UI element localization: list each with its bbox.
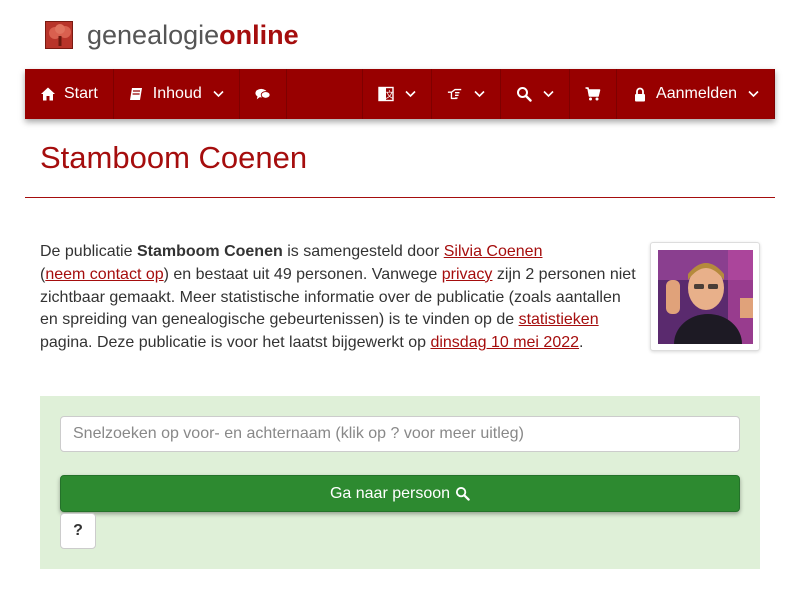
- statistics-link[interactable]: statistieken: [519, 311, 599, 328]
- site-logo[interactable]: genealogieonline: [45, 18, 299, 52]
- comments-icon: [255, 86, 271, 102]
- nav-inhoud-label: Inhoud: [152, 85, 202, 102]
- nav-share[interactable]: [432, 69, 502, 119]
- nav-start[interactable]: Start: [25, 69, 114, 119]
- privacy-link[interactable]: privacy: [442, 266, 493, 283]
- search-icon: [455, 486, 470, 501]
- lock-icon: [632, 86, 648, 102]
- intro-text: De publicatie: [40, 243, 137, 260]
- page-title: Stamboom Coenen: [40, 140, 308, 175]
- search-help-button[interactable]: ?: [60, 513, 96, 549]
- nav-language[interactable]: 文: [362, 69, 433, 119]
- nav-login[interactable]: Aanmelden: [617, 69, 775, 119]
- language-icon: 文: [378, 86, 394, 102]
- chevron-down-icon: [474, 90, 485, 98]
- chevron-down-icon: [213, 90, 224, 98]
- author-link[interactable]: Silvia Coenen: [444, 243, 543, 260]
- tree-icon: [45, 21, 73, 49]
- intro-text: .: [579, 334, 584, 352]
- hand-pointer-icon: [447, 86, 463, 102]
- author-avatar[interactable]: [650, 242, 760, 351]
- intro-text: is samengesteld door: [282, 243, 444, 260]
- site-name: genealogieonline: [87, 20, 299, 50]
- nav-inhoud[interactable]: Inhoud: [114, 69, 240, 119]
- main-navbar: Start Inhoud 文 Aanmelden: [25, 69, 775, 119]
- contact-link[interactable]: neem contact op: [45, 266, 163, 283]
- last-updated-link[interactable]: dinsdag 10 mei 2022: [430, 334, 579, 351]
- book-icon: [129, 86, 145, 102]
- author-photo: [658, 250, 753, 344]
- shopping-cart-icon: [585, 86, 601, 102]
- chevron-down-icon: [405, 90, 416, 98]
- nav-start-label: Start: [64, 85, 98, 102]
- go-to-person-button[interactable]: Ga naar persoon: [60, 475, 740, 512]
- title-divider: [25, 197, 775, 198]
- search-icon: [516, 86, 532, 102]
- nav-forum[interactable]: [240, 69, 287, 119]
- go-to-person-label: Ga naar persoon: [329, 484, 451, 502]
- quick-search-input[interactable]: [60, 416, 740, 452]
- publication-intro: De publicatie Stamboom Coenen is samenge…: [40, 241, 640, 355]
- chevron-down-icon: [748, 90, 759, 98]
- home-icon: [40, 86, 56, 102]
- quick-search-panel: Ga naar persoon ?: [40, 396, 760, 569]
- svg-text:文: 文: [385, 89, 394, 101]
- nav-cart[interactable]: [570, 69, 618, 119]
- site-name-part1: genealogie: [87, 20, 220, 50]
- site-name-part2: online: [219, 20, 299, 50]
- chevron-down-icon: [543, 90, 554, 98]
- intro-text: ) en bestaat uit 49 personen. Vanwege: [163, 265, 442, 283]
- nav-login-label: Aanmelden: [656, 85, 737, 102]
- nav-search[interactable]: [501, 69, 571, 119]
- intro-text: pagina. Deze publicatie is voor het laat…: [40, 334, 431, 352]
- publication-name: Stamboom Coenen: [136, 243, 283, 260]
